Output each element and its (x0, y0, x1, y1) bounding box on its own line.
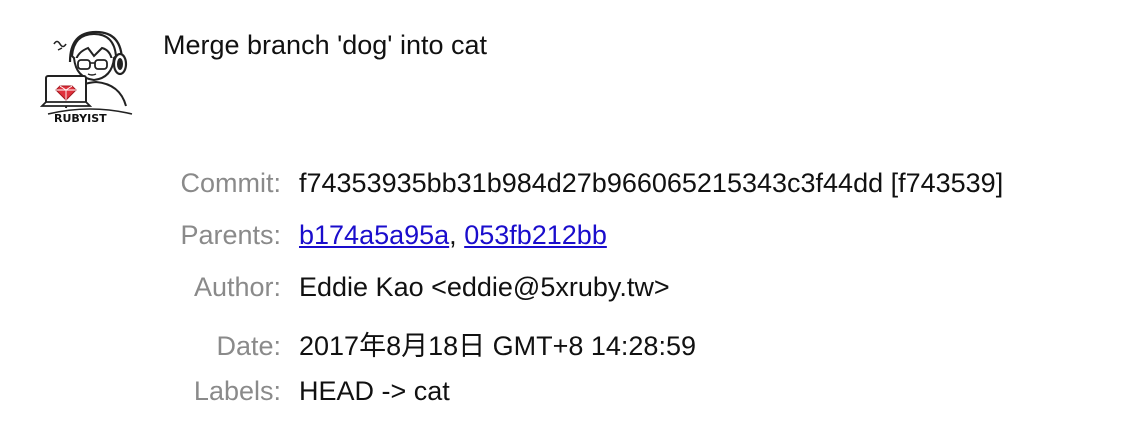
avatar-caption: RUBYIST (54, 112, 107, 122)
author-value: Eddie Kao <eddie@5xruby.tw> (299, 272, 670, 302)
parent-link-2[interactable]: 053fb212bb (464, 220, 607, 250)
parent-link-1[interactable]: b174a5a95a (299, 220, 449, 250)
date-row: Date: 2017年8月18日 GMT+8 14:28:59 (150, 324, 1003, 376)
commit-label: Commit: (180, 168, 282, 198)
date-value: 2017年8月18日 GMT+8 14:28:59 (299, 331, 696, 361)
author-row: Author: Eddie Kao <eddie@5xruby.tw> (150, 272, 1003, 324)
parents-label: Parents: (180, 220, 281, 250)
author-avatar: RUBYIST (40, 30, 133, 122)
commit-details: Commit: f74353935bb31b984d27b96606521534… (150, 168, 1003, 428)
labels-label: Labels: (193, 376, 281, 406)
squiggle-icon (53, 40, 67, 48)
labels-row: Labels: HEAD -> cat (150, 376, 1003, 428)
commit-sha: f74353935bb31b984d27b966065215343c3f44dd… (299, 168, 1004, 198)
author-label: Author: (193, 272, 281, 302)
parents-row: Parents: b174a5a95a, 053fb212bb (150, 220, 1003, 272)
parents-value: b174a5a95a, 053fb212bb (299, 220, 607, 251)
parents-separator: , (449, 220, 465, 250)
date-label: Date: (216, 331, 281, 361)
labels-value: HEAD -> cat (299, 376, 450, 406)
commit-row: Commit: f74353935bb31b984d27b96606521534… (150, 168, 1004, 220)
commit-subject: Merge branch 'dog' into cat (163, 30, 487, 60)
